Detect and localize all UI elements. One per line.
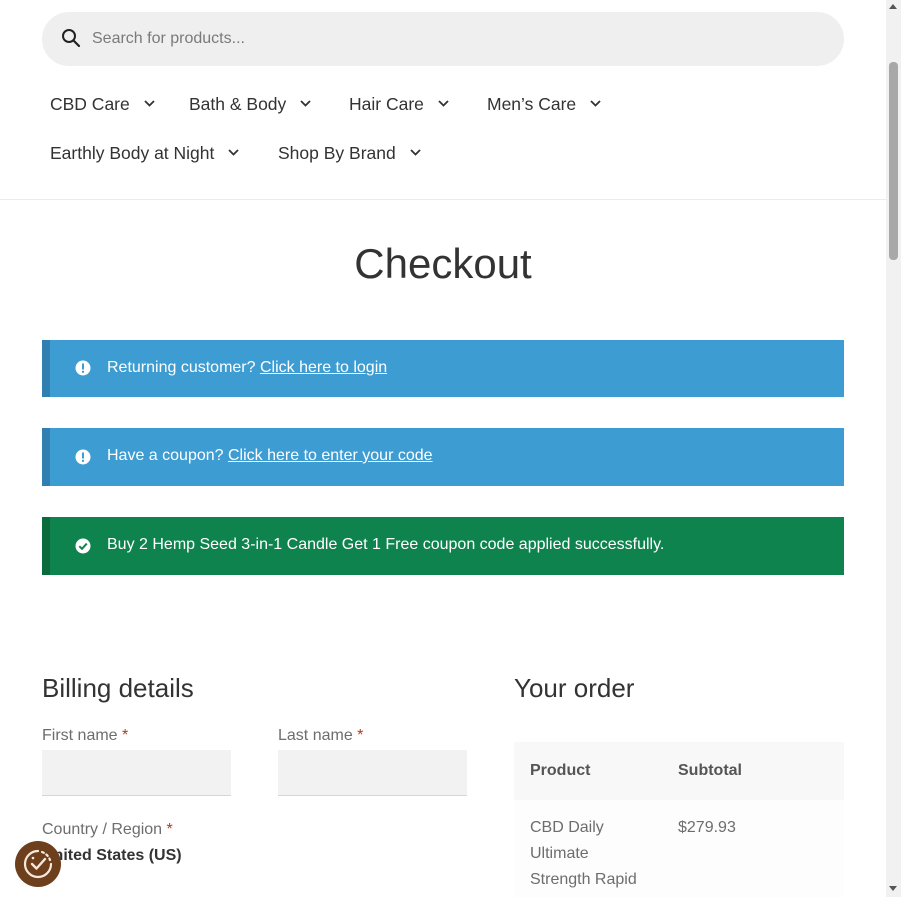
last-name-field[interactable] [278,750,467,796]
nav-item-bath-body[interactable]: Bath & Body [189,94,311,118]
chevron-down-icon [410,149,421,157]
info-icon [75,449,91,465]
order-table-row: CBD Daily Ultimate Strength Rapid $279.9… [514,800,844,897]
required-mark: * [166,821,173,838]
login-notice-text: Returning customer? [107,359,256,376]
chevron-down-icon [228,149,240,157]
search-icon [62,29,81,48]
nav-label: Bath & Body [189,94,287,114]
coupon-notice: Have a coupon? Click here to enter your … [42,428,844,486]
info-icon [75,360,91,376]
subtotal-column-header: Subtotal [678,762,742,779]
page-scrollbar[interactable] [886,0,901,897]
order-item-name: CBD Daily Ultimate Strength Rapid [530,819,637,888]
product-column-header: Product [530,762,591,779]
chevron-down-icon [144,100,155,108]
billing-heading: Billing details [42,673,194,703]
nav-item-cbd-care[interactable]: CBD Care [50,94,155,118]
coupon-notice-text: Have a coupon? [107,447,224,464]
order-table-header: Product Subtotal [514,742,844,800]
page-title: Checkout [354,240,532,287]
last-name-label: Last name * [278,727,364,744]
chevron-down-icon [590,100,601,108]
nav-item-shop-by-brand[interactable]: Shop By Brand [278,143,421,167]
first-name-label: First name * [42,727,129,744]
scroll-up-arrow-icon[interactable] [889,4,897,9]
country-select[interactable]: United States (US) [42,847,182,865]
coupon-success-notice: Buy 2 Hemp Seed 3-in-1 Candle Get 1 Free… [42,517,844,575]
scrollbar-thumb[interactable] [889,62,898,260]
chevron-down-icon [438,100,449,108]
nav-label: Shop By Brand [278,143,396,163]
required-mark: * [357,727,364,744]
required-mark: * [122,727,129,744]
nav-item-hair-care[interactable]: Hair Care [349,94,449,118]
nav-label: Earthly Body at Night [50,143,215,163]
first-name-field[interactable] [42,750,231,796]
scroll-down-arrow-icon[interactable] [889,886,897,891]
header-divider [0,199,886,200]
nav-item-mens-care[interactable]: Men’s Care [487,94,601,118]
nav-item-earthly-body-at-night[interactable]: Earthly Body at Night [50,143,240,167]
cookie-consent-button[interactable] [15,841,61,887]
cookie-check-icon [23,849,53,879]
search-input[interactable] [92,12,812,66]
coupon-success-text: Buy 2 Hemp Seed 3-in-1 Candle Get 1 Free… [107,536,665,553]
country-label: Country / Region * [42,821,173,838]
search-bar[interactable] [42,12,844,66]
login-notice: Returning customer? Click here to login [42,340,844,397]
order-item-subtotal: $279.93 [678,819,736,836]
nav-label: Hair Care [349,94,424,114]
enter-coupon-link[interactable]: Click here to enter your code [228,447,433,464]
nav-label: Men’s Care [487,94,577,114]
nav-label: CBD Care [50,94,130,114]
logo-text-fragment: nnnnn [120,0,166,2]
login-link[interactable]: Click here to login [260,359,387,376]
check-circle-icon [75,538,91,554]
order-heading: Your order [514,673,635,703]
chevron-down-icon [300,100,311,108]
